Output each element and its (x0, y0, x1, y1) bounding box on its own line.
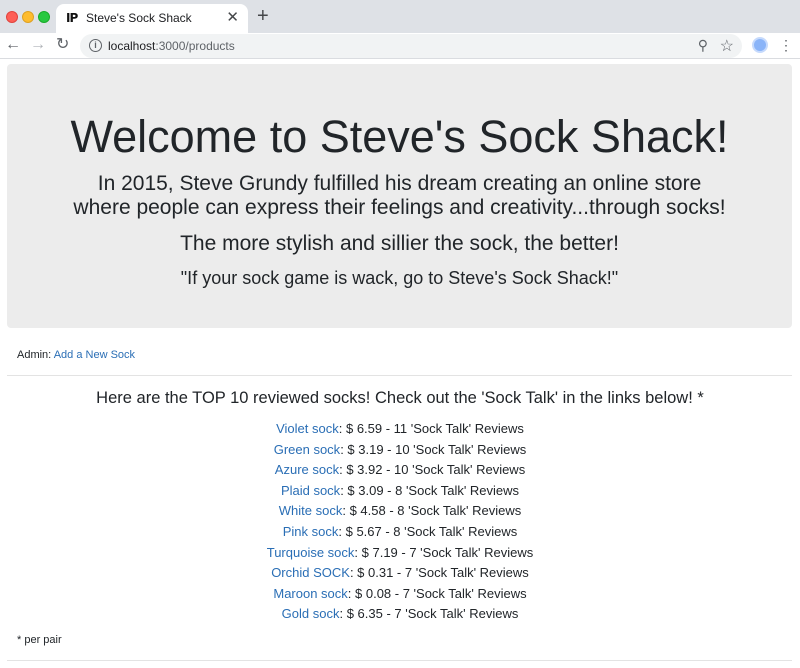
url-path: :3000/products (155, 39, 235, 53)
sock-link[interactable]: Plaid sock (281, 483, 340, 498)
list-item: Azure sock: $ 3.92 - 10 'Sock Talk' Revi… (0, 462, 800, 483)
kebab-menu-icon[interactable]: ⋮ (779, 35, 793, 55)
sock-link[interactable]: Turquoise sock (267, 545, 355, 560)
list-item: Gold sock: $ 6.35 - 7 'Sock Talk' Review… (0, 606, 800, 627)
close-icon[interactable]: ✕ (226, 10, 239, 26)
arrow-left-icon[interactable]: ← (5, 35, 21, 55)
list-item: Plaid sock: $ 3.09 - 8 'Sock Talk' Revie… (0, 483, 800, 504)
hero-jumbotron: Welcome to Steve's Sock Shack! In 2015, … (7, 64, 792, 328)
window-minimize-button[interactable] (22, 11, 34, 23)
sock-detail: : $ 7.19 - 7 'Sock Talk' Reviews (354, 544, 534, 560)
window-zoom-button[interactable] (38, 11, 50, 23)
sock-list: Violet sock: $ 6.59 - 11 'Sock Talk' Rev… (0, 421, 800, 627)
sock-detail: : $ 4.58 - 8 'Sock Talk' Reviews (342, 503, 522, 519)
window-close-button[interactable] (6, 11, 18, 23)
divider (7, 375, 792, 376)
list-item: White sock: $ 4.58 - 8 'Sock Talk' Revie… (0, 503, 800, 524)
list-item: Pink sock: $ 5.67 - 8 'Sock Talk' Review… (0, 524, 800, 545)
favicon-icon: IP (66, 11, 78, 25)
url-text[interactable]: localhost:3000/products (108, 39, 235, 53)
browser-tab-bar: IP Steve's Sock Shack ✕ + (0, 0, 800, 33)
address-bar[interactable]: i localhost:3000/products ⚲ ☆ (80, 34, 742, 58)
sock-detail: : $ 3.92 - 10 'Sock Talk' Reviews (339, 462, 526, 478)
new-tab-icon[interactable]: + (257, 6, 269, 26)
sock-detail: : $ 6.35 - 7 'Sock Talk' Reviews (339, 606, 519, 622)
sock-detail: : $ 0.31 - 7 'Sock Talk' Reviews (349, 565, 529, 581)
sock-link[interactable]: Pink sock (283, 524, 339, 539)
url-host: localhost (108, 39, 156, 53)
footnote: * per pair (17, 634, 62, 646)
sock-detail: : $ 3.09 - 8 'Sock Talk' Reviews (340, 482, 520, 498)
hero-intro: In 2015, Steve Grundy fulfilled his drea… (7, 172, 792, 220)
hero-intro-line-1: In 2015, Steve Grundy fulfilled his drea… (97, 172, 702, 195)
list-item: Orchid SOCK: $ 0.31 - 7 'Sock Talk' Revi… (0, 565, 800, 586)
list-item: Turquoise sock: $ 7.19 - 7 'Sock Talk' R… (0, 545, 800, 566)
sock-link[interactable]: Gold sock (282, 606, 340, 621)
avatar[interactable] (752, 37, 768, 53)
list-item: Green sock: $ 3.19 - 10 'Sock Talk' Revi… (0, 442, 800, 463)
reload-icon[interactable]: ↻ (56, 35, 69, 55)
sock-detail: : $ 3.19 - 10 'Sock Talk' Reviews (340, 441, 527, 457)
star-icon[interactable]: ☆ (720, 36, 734, 56)
divider (7, 660, 792, 661)
admin-bar: Admin: Add a New Sock (17, 349, 135, 361)
sock-link[interactable]: Orchid SOCK (271, 565, 350, 580)
admin-label: Admin: (17, 349, 52, 361)
hero-quote: "If your sock game is wack, go to Steve'… (180, 268, 619, 288)
sock-link[interactable]: Maroon sock (273, 586, 347, 601)
list-item: Maroon sock: $ 0.08 - 7 'Sock Talk' Revi… (0, 586, 800, 607)
sock-link[interactable]: Azure sock (275, 462, 339, 477)
arrow-right-icon[interactable]: → (30, 35, 46, 55)
sock-link[interactable]: Green sock (274, 442, 340, 457)
sock-link[interactable]: Violet sock (276, 421, 339, 436)
hero-intro-line-2: where people can express their feelings … (73, 196, 726, 219)
browser-toolbar: ← → ↻ i localhost:3000/products ⚲ ☆ (0, 33, 800, 59)
sock-detail: : $ 6.59 - 11 'Sock Talk' Reviews (338, 421, 524, 436)
sock-detail: : $ 5.67 - 8 'Sock Talk' Reviews (338, 523, 518, 539)
hero-tagline: The more stylish and sillier the sock, t… (180, 232, 619, 255)
zoom-icon[interactable]: ⚲ (698, 37, 708, 54)
sock-detail: : $ 0.08 - 7 'Sock Talk' Reviews (347, 585, 527, 601)
page-title: Welcome to Steve's Sock Shack! (70, 111, 729, 162)
top-socks-heading: Here are the TOP 10 reviewed socks! Chec… (96, 389, 704, 407)
list-item: Violet sock: $ 6.59 - 11 'Sock Talk' Rev… (0, 421, 800, 442)
browser-tab[interactable]: IP Steve's Sock Shack ✕ (56, 4, 248, 33)
tab-title: Steve's Sock Shack (86, 11, 192, 25)
info-icon[interactable]: i (89, 39, 102, 52)
sock-link[interactable]: White sock (279, 503, 343, 518)
add-new-sock-link[interactable]: Add a New Sock (54, 349, 135, 361)
